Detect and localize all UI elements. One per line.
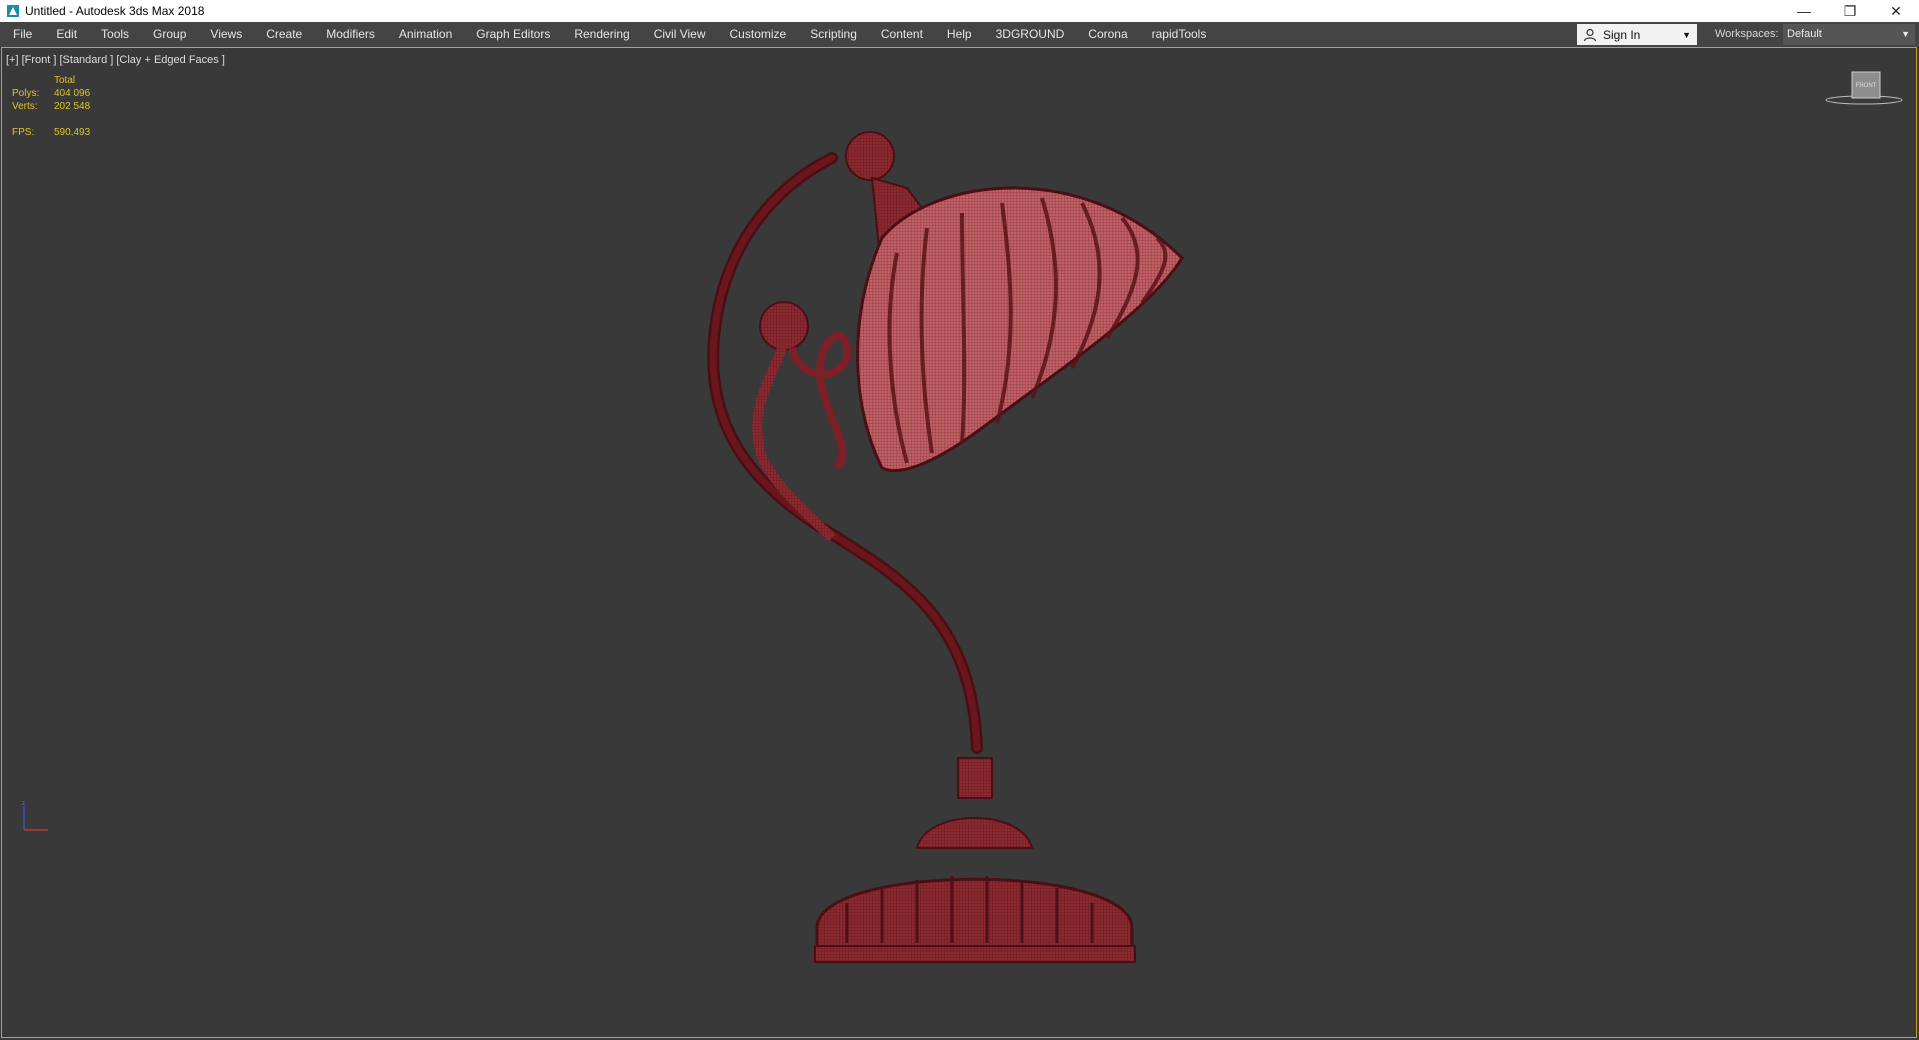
user-icon xyxy=(1583,28,1597,41)
menu-content[interactable]: Content xyxy=(869,22,935,47)
menu-tools[interactable]: Tools xyxy=(89,22,141,47)
title-bar: Untitled - Autodesk 3ds Max 2018 — ❐ ✕ xyxy=(0,0,1919,22)
workspace-select[interactable]: Default ▼ xyxy=(1783,24,1915,45)
chevron-down-icon: ▼ xyxy=(1901,29,1910,39)
menu-animation[interactable]: Animation xyxy=(387,22,464,47)
menu-graph-editors[interactable]: Graph Editors xyxy=(464,22,562,47)
sign-in-dropdown[interactable]: Sign In ▼ xyxy=(1577,24,1697,45)
workspace-value: Default xyxy=(1787,28,1822,40)
menu-3dground[interactable]: 3DGROUND xyxy=(984,22,1077,47)
minimize-icon[interactable]: — xyxy=(1781,0,1827,22)
lamp-mesh-model[interactable] xyxy=(2,48,1917,1038)
menu-rendering[interactable]: Rendering xyxy=(562,22,641,47)
menu-scripting[interactable]: Scripting xyxy=(798,22,869,47)
front-viewport[interactable]: [+] [Front ] [Standard ] [Clay + Edged F… xyxy=(1,47,1917,1038)
3dsmax-app-icon xyxy=(7,5,19,17)
menu-file[interactable]: File xyxy=(0,22,44,47)
menu-modifiers[interactable]: Modifiers xyxy=(314,22,387,47)
menu-help[interactable]: Help xyxy=(935,22,984,47)
menu-edit[interactable]: Edit xyxy=(44,22,89,47)
menu-civil-view[interactable]: Civil View xyxy=(642,22,718,47)
chevron-down-icon: ▼ xyxy=(1682,29,1691,40)
menu-views[interactable]: Views xyxy=(198,22,254,47)
close-icon[interactable]: ✕ xyxy=(1873,0,1919,22)
workspaces-label: Workspaces: xyxy=(1715,28,1779,40)
menu-rapidtools[interactable]: rapidTools xyxy=(1140,22,1219,47)
menu-create[interactable]: Create xyxy=(254,22,314,47)
menu-group[interactable]: Group xyxy=(141,22,198,47)
window-title: Untitled - Autodesk 3ds Max 2018 xyxy=(25,4,205,18)
sign-in-label: Sign In xyxy=(1603,27,1641,42)
restore-icon[interactable]: ❐ xyxy=(1827,0,1873,22)
menu-corona[interactable]: Corona xyxy=(1076,22,1139,47)
menu-customize[interactable]: Customize xyxy=(718,22,799,47)
